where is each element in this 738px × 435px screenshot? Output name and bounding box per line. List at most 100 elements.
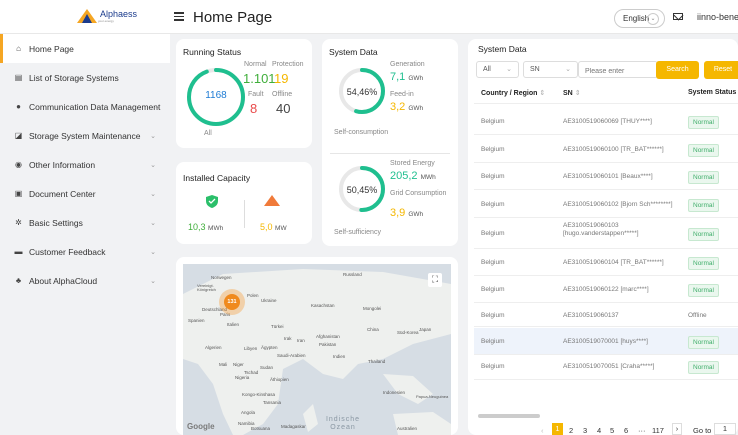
map-label: Thailand [368,359,386,364]
self-consumption-percent: 54,46% [346,87,378,97]
cell-sn[interactable]: AE3100519060104 [TR_BAT******] [563,259,681,267]
logo[interactable]: Alphaess your energy [76,8,137,24]
cell-sn[interactable]: AE3100519060101 [Beaux****] [563,173,681,181]
cell-sn[interactable]: AE3100519070051 [Craha*****] [563,363,681,371]
search-input[interactable] [578,61,658,78]
status-badge: Normal [688,361,719,374]
cell-sn[interactable]: AE3100519060100 [TR_BAT******] [563,146,681,154]
table-row[interactable]: Belgium AE3100519060069 [THUY****] Normal [474,108,738,135]
wrench-icon: ◪ [14,131,23,140]
map-label: Äthiopien [270,377,289,382]
map-label: Saudi-Arabien [277,353,306,358]
sidebar-item-about[interactable]: ♣ About AlphaCloud ⌄ [0,266,170,295]
cell-country: Belgium [481,338,505,345]
running-status-card: Running Status 1168 All Normal Protectio… [176,39,312,148]
sidebar-item-storage-list[interactable]: ▤ List of Storage Systems [0,63,170,92]
status-badge: Normal [688,336,719,349]
generation-number: 7,1 [390,71,406,83]
cell-sn[interactable]: AE3100519060137 [563,312,681,320]
page-number[interactable]: 2 [569,426,573,435]
page-number[interactable]: 3 [583,426,587,435]
sidebar-item-label: Storage System Maintenance [29,130,141,141]
table-row[interactable]: Belgium AE3100519070001 [huys****] Normal [474,328,738,355]
username[interactable]: iinno-benelux [697,12,738,22]
page-number[interactable]: 5 [610,426,614,435]
map-label: Japan [419,327,432,332]
cell-sn[interactable]: AE3100519070001 [huys****] [563,338,681,346]
map-cluster-marker[interactable]: 131 [224,294,240,310]
sidebar-item-customer-feedback[interactable]: ▬ Customer Feedback ⌄ [0,237,170,266]
prev-page-icon[interactable]: ‹ [541,426,544,435]
reset-button[interactable]: Reset [704,61,738,79]
page-ellipsis[interactable]: ··· [638,426,646,435]
table-row[interactable]: Belgium AE3100519060104 [TR_BAT******] Nor… [474,249,738,276]
cell-country: Belgium [481,312,505,319]
sidebar-item-home[interactable]: ⌂ Home Page [0,34,170,63]
table-row[interactable]: Belgium AE3100519060103 [hugo.vanderstapp… [474,218,738,249]
fullscreen-icon[interactable]: ⛶ [428,273,442,287]
goto-page-input[interactable]: 1 [714,423,736,435]
world-map[interactable]: Norwegen Russland Vereinigt. Königreich … [183,264,451,435]
table-row[interactable]: Belgium AE3100519060102 [Bjorn Sch*******… [474,191,738,218]
mail-icon[interactable] [673,13,683,20]
status-badge: Normal [688,116,719,129]
user-icon: ● [16,102,21,111]
fault-value: 8 [250,101,258,116]
cell-country: Belgium [481,146,505,153]
google-logo: Google [187,422,215,431]
table-row[interactable]: Belgium AE3100519060101 [Beaux****] Normal [474,163,738,190]
map-label: Ukraine [261,298,277,303]
page-number[interactable]: 1 [552,423,563,435]
map-label: Irak [284,336,292,341]
cell-sn[interactable]: AE3100519060102 [Bjorn Sch********] [563,201,681,209]
logo-subtext: your energy [98,18,114,23]
self-sufficiency-label: Self-sufficiency [334,229,381,236]
page-number[interactable]: 117 [652,426,664,435]
menu-toggle-icon[interactable] [174,12,184,21]
table-row[interactable]: Belgium AE3100519060100 [TR_BAT******] Nor… [474,136,738,163]
normal-label: Normal [244,61,267,68]
solar-panel-icon [264,195,280,206]
cell-sn[interactable]: AE3100519060122 [marc****] [563,286,681,294]
table-row[interactable]: Belgium AE3100519060137 Offline [474,304,738,327]
battery-capacity-unit: MWh [208,225,224,232]
map-label: Spanien [188,318,205,323]
sidebar-item-maintenance[interactable]: ◪ Storage System Maintenance ⌄ [0,121,170,150]
cell-country: Belgium [481,173,505,180]
map-label: China [367,327,379,332]
chevron-down-icon: ⌄ [150,190,156,198]
next-page-icon[interactable]: › [672,423,682,435]
self-consumption-label: Self-consumption [334,129,389,136]
sidebar-item-basic-settings[interactable]: ✲ Basic Settings ⌄ [0,208,170,237]
filter-sn-select[interactable]: SN ⌄ [523,61,578,78]
cell-sn[interactable]: AE3100519060103 [hugo.vanderstappen*****… [563,222,681,238]
sort-icon: ⇕ [574,90,581,97]
pv-capacity-value: 5,0 [260,222,273,232]
offline-value: 40 [276,101,291,116]
sidebar-item-label: Document Center [29,188,96,199]
sidebar-item-other-info[interactable]: ◉ Other Information ⌄ [0,150,170,179]
column-header-sn[interactable]: SN ⇕ [563,89,581,97]
installed-capacity-card: Installed Capacity 10,3 MWh 5,0 MW [176,162,312,244]
column-header-status: System Status [688,89,737,96]
filter-all-select[interactable]: All ⌄ [476,61,519,78]
table-row[interactable]: Belgium AE3100519070051 [Craha*****] Norma… [474,353,738,380]
language-select[interactable]: English ⌄ [614,9,665,28]
cell-sn[interactable]: AE3100519060069 [THUY****] [563,118,681,126]
sidebar-item-document-center[interactable]: ▣ Document Center ⌄ [0,179,170,208]
stored-energy-label: Stored Energy [390,160,435,167]
feed-in-unit: GWh [408,105,424,112]
horizontal-scrollbar[interactable] [478,414,540,418]
table-row[interactable]: Belgium AE3100519060122 [marc****] Normal [474,276,738,303]
page-number[interactable]: 6 [624,426,628,435]
page-number[interactable]: 4 [597,426,601,435]
map-label: Madagaskar [281,424,306,429]
column-header-country[interactable]: Country / Region ⇕ [481,89,545,97]
feedback-icon: ▬ [14,247,23,256]
cell-country: Belgium [481,286,505,293]
map-label: Vereinigt. Königreich [197,283,216,292]
search-button[interactable]: Search [656,61,699,79]
offline-label: Offline [272,91,293,98]
sidebar-item-label: Communication Data Management [29,101,161,112]
sidebar-item-communication[interactable]: ● Communication Data Management ⌄ [0,92,170,121]
